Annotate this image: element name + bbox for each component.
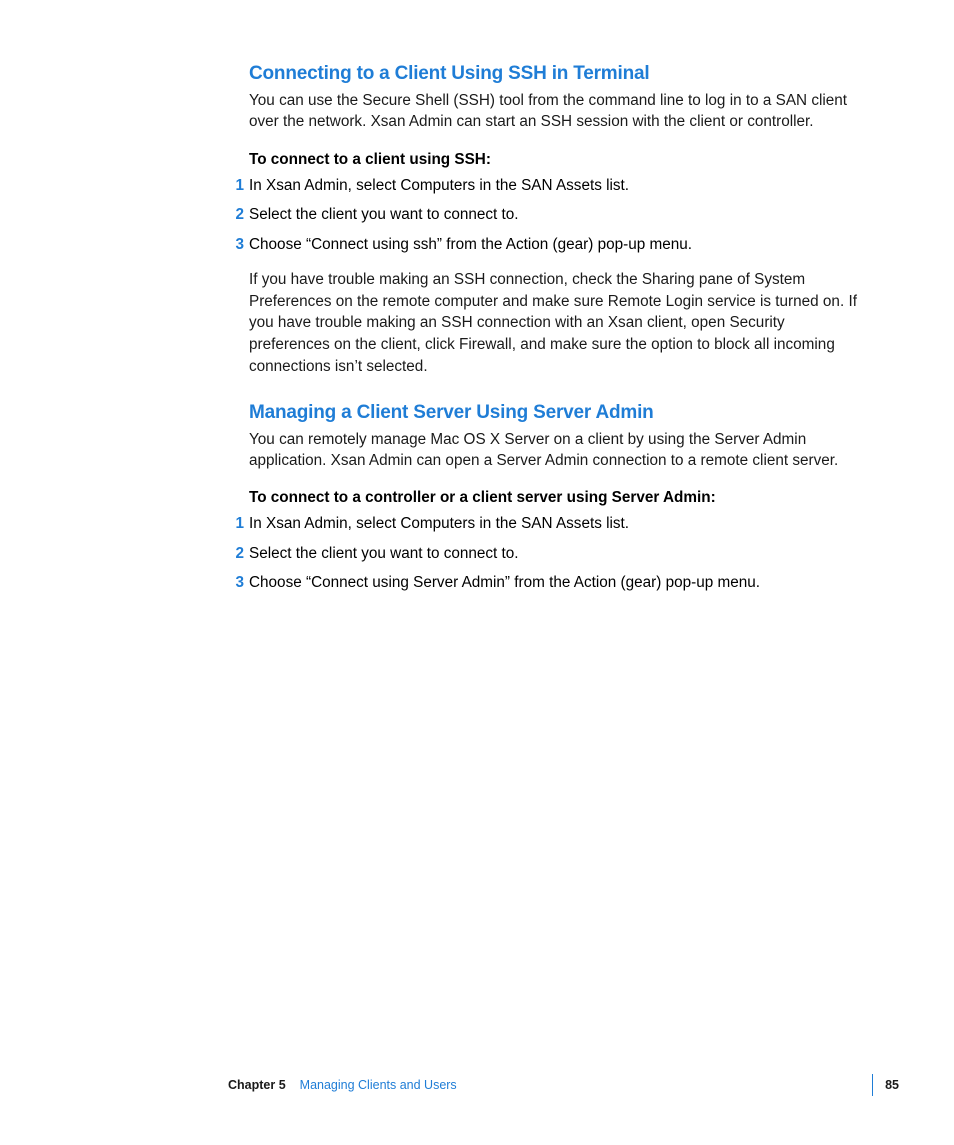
step-number: 1 xyxy=(226,513,244,534)
footer-inner: Chapter 5 Managing Clients and Users 85 xyxy=(228,1074,899,1096)
step-item: 2 Select the client you want to connect … xyxy=(226,543,864,564)
step-text: Choose “Connect using Server Admin” from… xyxy=(249,572,864,593)
step-number: 2 xyxy=(226,204,244,225)
step-list: 1 In Xsan Admin, select Computers in the… xyxy=(249,513,864,593)
step-list: 1 In Xsan Admin, select Computers in the… xyxy=(249,175,864,255)
page-footer: Chapter 5 Managing Clients and Users 85 xyxy=(0,1074,954,1096)
procedure-lead: To connect to a controller or a client s… xyxy=(249,489,864,507)
section-heading: Connecting to a Client Using SSH in Term… xyxy=(249,63,864,85)
page-divider xyxy=(872,1074,873,1096)
step-text: Select the client you want to connect to… xyxy=(249,204,864,225)
section-heading: Managing a Client Server Using Server Ad… xyxy=(249,402,864,424)
body-paragraph: You can remotely manage Mac OS X Server … xyxy=(249,429,864,472)
step-item: 1 In Xsan Admin, select Computers in the… xyxy=(226,175,864,196)
step-number: 3 xyxy=(226,234,244,255)
chapter-label: Chapter 5 xyxy=(228,1078,286,1092)
body-paragraph: You can use the Secure Shell (SSH) tool … xyxy=(249,90,864,133)
page-content: Connecting to a Client Using SSH in Term… xyxy=(0,0,954,594)
step-item: 3 Choose “Connect using ssh” from the Ac… xyxy=(226,234,864,255)
section-server-admin: Managing a Client Server Using Server Ad… xyxy=(249,402,864,594)
step-number: 2 xyxy=(226,543,244,564)
body-paragraph: If you have trouble making an SSH connec… xyxy=(249,269,864,378)
page-number: 85 xyxy=(885,1078,899,1092)
footer-left: Chapter 5 Managing Clients and Users xyxy=(228,1078,457,1092)
step-number: 1 xyxy=(226,175,244,196)
section-ssh: Connecting to a Client Using SSH in Term… xyxy=(249,63,864,378)
step-item: 2 Select the client you want to connect … xyxy=(226,204,864,225)
step-text: Select the client you want to connect to… xyxy=(249,543,864,564)
footer-right: 85 xyxy=(872,1074,899,1096)
step-number: 3 xyxy=(226,572,244,593)
step-item: 3 Choose “Connect using Server Admin” fr… xyxy=(226,572,864,593)
procedure-lead: To connect to a client using SSH: xyxy=(249,151,864,169)
step-text: In Xsan Admin, select Computers in the S… xyxy=(249,175,864,196)
step-text: Choose “Connect using ssh” from the Acti… xyxy=(249,234,864,255)
step-text: In Xsan Admin, select Computers in the S… xyxy=(249,513,864,534)
chapter-title: Managing Clients and Users xyxy=(300,1078,457,1092)
step-item: 1 In Xsan Admin, select Computers in the… xyxy=(226,513,864,534)
